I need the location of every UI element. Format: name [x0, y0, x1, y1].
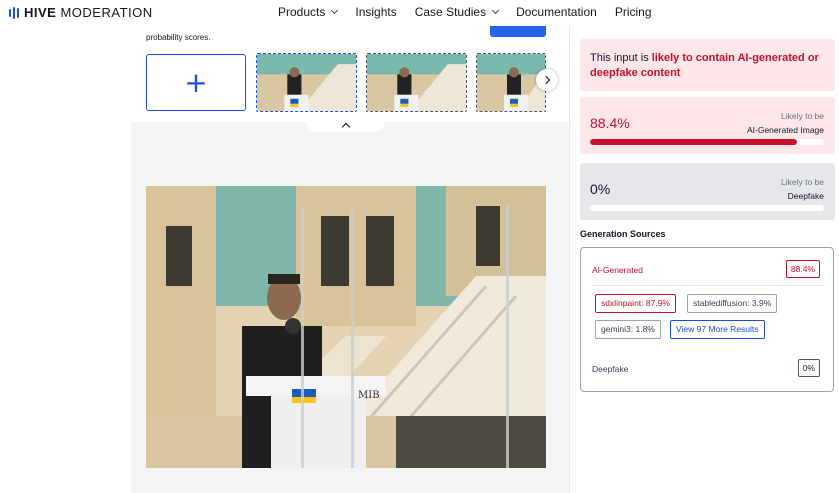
nav-insights[interactable]: Insights	[355, 5, 396, 19]
ai-score-bar	[590, 139, 824, 145]
result-alert: This input is likely to contain AI-gener…	[580, 39, 835, 91]
image-thumbnail[interactable]	[366, 53, 467, 112]
ai-generated-badge: 88.4%	[785, 260, 820, 278]
deepfake-score-bar	[590, 205, 824, 211]
chevron-right-icon	[541, 75, 551, 85]
ai-score-bar-fill	[590, 139, 797, 145]
ai-generated-label: AI-Generated	[592, 265, 644, 275]
deepfake-score-label: Likely to be Deepfake	[781, 177, 824, 201]
source-chip: sdxlinpaint: 87.9%	[595, 294, 676, 313]
deepfake-badge: 0%	[797, 359, 820, 377]
nav-products[interactable]: Products	[278, 5, 339, 19]
deepfake-label: Deepfake	[592, 364, 629, 374]
source-chip: gemini3: 1.8%	[595, 320, 661, 339]
top-nav: HIVE MODERATION Products Insights Case S…	[0, 0, 839, 26]
add-image-button[interactable]: +	[146, 54, 246, 111]
chevron-down-icon	[331, 6, 339, 15]
hint-text: probability scores.	[146, 33, 211, 42]
chevron-up-icon	[341, 122, 351, 131]
upload-panel: probability scores. + МІВ	[131, 26, 569, 493]
next-thumbnails-button[interactable]	[536, 69, 558, 91]
thumbnail-photo	[367, 54, 466, 111]
svg-text:МІВ: МІВ	[358, 390, 380, 401]
logo-text: HIVE MODERATION	[24, 5, 153, 20]
thumbnail-photo	[257, 54, 356, 111]
preview-image: МІВ	[146, 186, 546, 468]
generation-sources-panel: AI-Generated 88.4% sdxlinpaint: 87.9% st…	[580, 247, 834, 392]
nav-case-studies[interactable]: Case Studies	[415, 5, 500, 19]
source-chip: stablediffusion: 3.9%	[687, 294, 778, 313]
column-divider	[569, 26, 570, 493]
plus-icon: +	[184, 65, 208, 99]
view-more-results-button[interactable]: View 97 More Results	[670, 320, 765, 339]
nav-pricing[interactable]: Pricing	[615, 5, 652, 19]
image-thumbnail[interactable]	[256, 53, 357, 112]
collapse-button[interactable]	[307, 117, 385, 132]
generation-sources-title: Generation Sources	[580, 229, 666, 239]
submit-button[interactable]	[490, 26, 546, 37]
deepfake-score-value: 0%	[590, 181, 611, 197]
preview-photo: МІВ	[146, 186, 546, 468]
deepfake-score-card: 0% Likely to be Deepfake	[580, 163, 835, 220]
nav-documentation[interactable]: Documentation	[516, 5, 597, 19]
ai-generated-score-card: 88.4% Likely to be AI-Generated Image	[580, 97, 835, 154]
nav-links: Products Insights Case Studies Documenta…	[278, 5, 670, 19]
ai-score-label: Likely to be AI-Generated Image	[746, 111, 824, 135]
logo-icon	[9, 6, 19, 19]
divider	[592, 285, 824, 286]
ai-score-value: 88.4%	[590, 115, 630, 131]
hive-logo[interactable]: HIVE MODERATION	[9, 5, 153, 20]
chevron-down-icon	[492, 6, 500, 15]
